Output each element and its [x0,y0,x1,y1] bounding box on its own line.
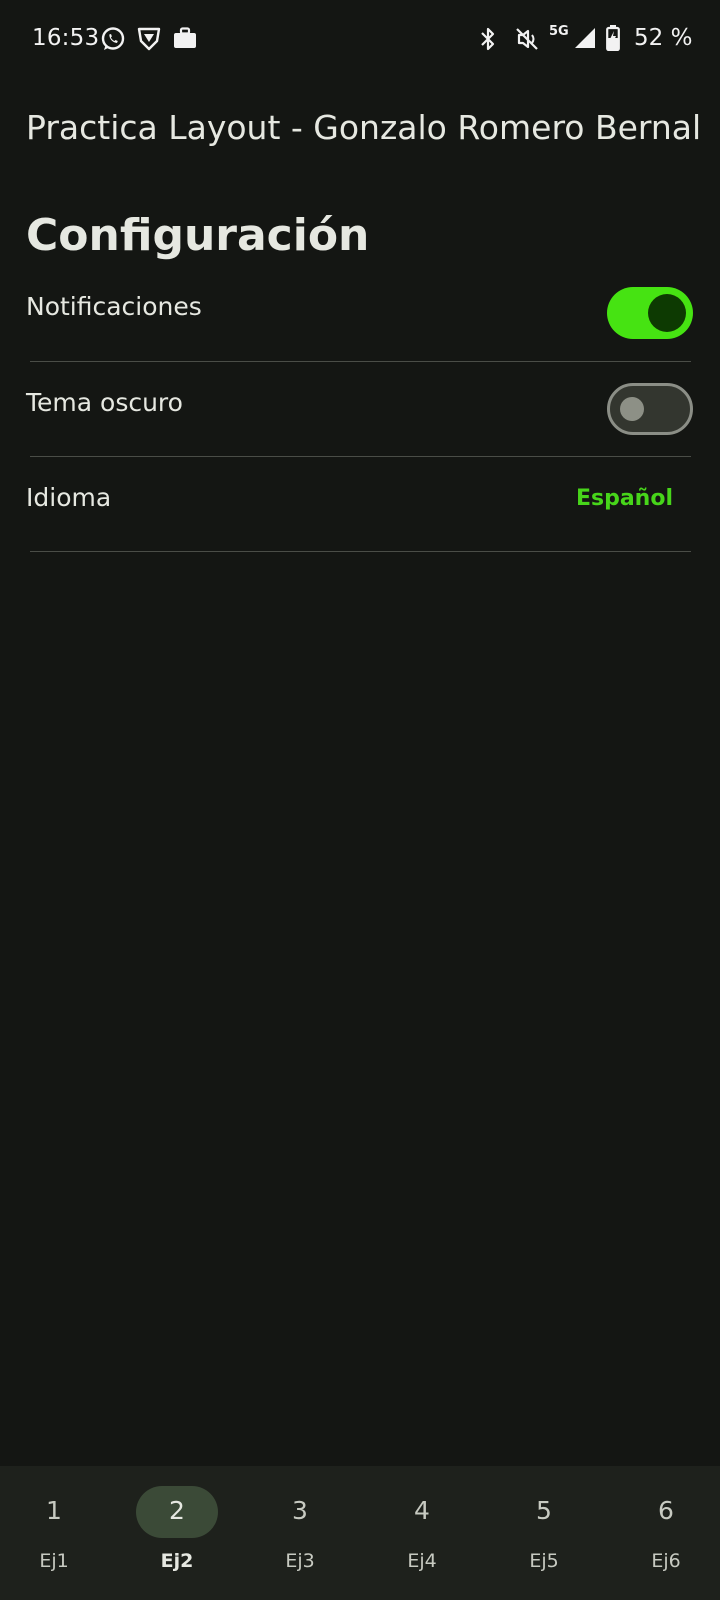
nav-icon-2: 2 [169,1496,185,1525]
nav-label: Ej3 [285,1550,315,1572]
nav-label: Ej5 [529,1550,559,1572]
status-bar: 16:53 5G 52 % [0,0,720,78]
5g-signal-icon [575,28,595,48]
nav-item-ej5[interactable]: 5 Ej5 [494,1466,594,1600]
vibrate-off-icon [516,28,538,50]
nav-icon-5: 5 [536,1496,552,1525]
nav-label: Ej2 [160,1550,194,1572]
nav-icon-1: 1 [46,1496,62,1525]
notifications-label: Notificaciones [26,292,202,321]
whatsapp-icon [101,27,125,50]
language-label: Idioma [26,483,112,512]
vpn-shield-icon [137,27,161,51]
nav-item-ej2[interactable]: 2 Ej2 [127,1466,227,1600]
bluetooth-icon [481,27,495,51]
notifications-switch[interactable] [607,287,693,339]
network-type-label: 5G [549,24,569,39]
briefcase-icon [174,27,196,48]
nav-label: Ej4 [407,1550,437,1572]
dark-theme-switch[interactable] [607,383,693,435]
status-time: 16:53 [32,25,100,51]
dark-theme-label: Tema oscuro [26,388,183,417]
settings-screen: 16:53 5G 52 % Practica Layout - Gonzalo … [0,0,720,1600]
setting-row-dark-theme[interactable]: Tema oscuro [0,362,720,456]
nav-icon-3: 3 [292,1496,308,1525]
nav-icon-4: 4 [414,1496,430,1525]
settings-heading: Configuración [26,210,370,261]
app-title: Practica Layout - Gonzalo Romero Bernal [26,108,702,147]
divider [30,551,691,552]
nav-label: Ej6 [651,1550,681,1572]
switch-knob [620,397,644,421]
language-value[interactable]: Español [576,486,673,511]
battery-charging-icon [606,25,620,51]
nav-item-ej3[interactable]: 3 Ej3 [250,1466,350,1600]
switch-knob [648,294,686,332]
bottom-navigation: 1 Ej1 2 Ej2 3 Ej3 4 Ej4 5 Ej5 6 Ej6 [0,1466,720,1600]
nav-item-ej6[interactable]: 6 Ej6 [616,1466,716,1600]
nav-icon-6: 6 [658,1496,674,1525]
battery-percentage: 52 % [634,25,693,51]
setting-row-notifications[interactable]: Notificaciones [0,266,720,360]
nav-item-ej4[interactable]: 4 Ej4 [372,1466,472,1600]
nav-item-ej1[interactable]: 1 Ej1 [4,1466,104,1600]
setting-row-language[interactable]: Idioma Español [0,457,720,551]
nav-label: Ej1 [39,1550,69,1572]
